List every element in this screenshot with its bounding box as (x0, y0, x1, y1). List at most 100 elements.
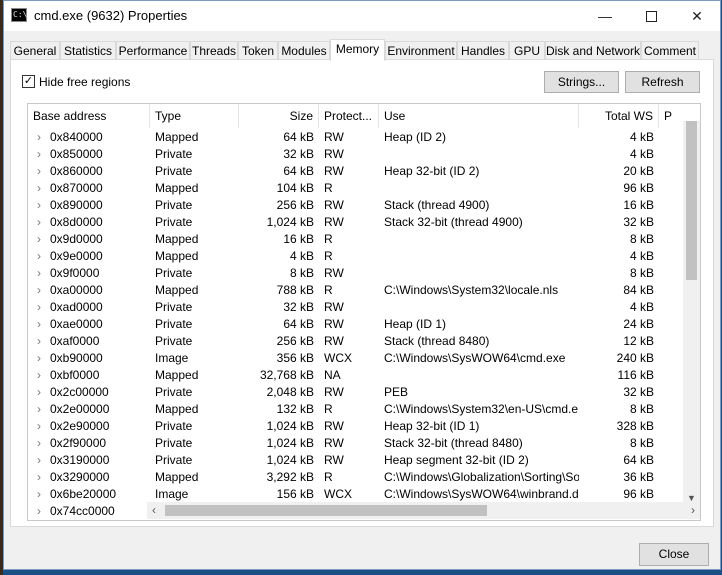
cell-size: 788 kB (276, 283, 314, 297)
table-row[interactable]: › 0x3290000 Mapped 3,292 kB R C:\Windows\Glob… (28, 469, 688, 486)
tab-modules[interactable]: Modules (278, 41, 330, 60)
cell-type: Mapped (155, 402, 199, 416)
hide-free-regions-label[interactable]: Hide free regions (39, 75, 130, 89)
close-window-button[interactable]: ✕ (674, 1, 720, 31)
cell-total-ws: 4 kB (629, 130, 654, 144)
vertical-scrollbar[interactable]: ▼ (683, 121, 700, 503)
cell-type: Private (155, 266, 193, 280)
cell-total-ws: 8 kB (629, 266, 654, 280)
minimize-button[interactable]: — (582, 1, 628, 31)
table-row[interactable]: › 0x2e00000 Mapped 132 kB R C:\Windows\System… (28, 401, 688, 418)
col-total-ws[interactable]: Total WS (579, 104, 659, 128)
table-row[interactable]: › 0xaf0000 Private 256 kB RW Stack (thread 84… (28, 333, 688, 350)
horizontal-scroll-thumb[interactable] (165, 505, 487, 516)
table-row[interactable]: › 0x890000 Private 256 kB RW Stack (thread 49… (28, 197, 688, 214)
cell-use: C:\Windows\Globalization\Sorting\So... (384, 470, 579, 484)
strings-button[interactable]: Strings... (544, 71, 619, 93)
table-row[interactable]: › 0x2f90000 Private 1,024 kB RW Stack 32-bit … (28, 435, 688, 452)
tab-token[interactable]: Token (238, 41, 278, 60)
cell-size: 64 kB (283, 130, 314, 144)
cell-protection: R (324, 181, 333, 195)
tab-environment[interactable]: Environment (385, 41, 457, 60)
tab-memory[interactable]: Memory (330, 39, 385, 61)
title-bar[interactable]: C:\ cmd.exe (9632) Properties — ✕ (4, 1, 720, 31)
table-row[interactable]: › 0x870000 Mapped 104 kB R 96 kB (28, 180, 688, 197)
cell-size: 32,768 kB (259, 368, 314, 382)
tab-threads[interactable]: Threads (190, 41, 238, 60)
table-row[interactable]: › 0x3190000 Private 1,024 kB RW Heap segment … (28, 452, 688, 469)
tab-handles[interactable]: Handles (457, 41, 509, 60)
cell-size: 156 kB (276, 487, 314, 501)
table-row[interactable]: › 0xad0000 Private 32 kB RW 4 kB (28, 299, 688, 316)
cell-total-ws: 96 kB (623, 181, 654, 195)
memory-grid[interactable]: Base address Type Size Protect... Use To… (27, 103, 701, 521)
close-button[interactable]: Close (639, 543, 709, 566)
cell-protection: RW (324, 198, 344, 212)
scroll-right-arrow-icon[interactable]: › (691, 502, 695, 519)
cell-total-ws: 116 kB (617, 368, 654, 382)
cell-use: PEB (384, 385, 409, 399)
table-row[interactable]: › 0xae0000 Private 64 kB RW Heap (ID 1) 24 kB (28, 316, 688, 333)
refresh-button[interactable]: Refresh (625, 71, 700, 93)
table-row[interactable]: › 0x9e0000 Mapped 4 kB R 4 kB (28, 248, 688, 265)
table-row[interactable]: › 0x2c00000 Private 2,048 kB RW PEB 32 kB (28, 384, 688, 401)
cell-size: 2,048 kB (266, 385, 314, 399)
col-base-address[interactable]: Base address (28, 104, 150, 128)
cell-type: Private (155, 147, 193, 161)
cmd-app-icon: C:\ (11, 8, 27, 22)
table-row[interactable]: › 0xbf0000 Mapped 32,768 kB NA 116 kB (28, 367, 688, 384)
col-use[interactable]: Use (379, 104, 579, 128)
tab-general[interactable]: General (10, 41, 60, 60)
cell-use: C:\Windows\SysWOW64\winbrand.dll (384, 487, 579, 501)
hide-free-regions-checkbox[interactable]: ✓ (22, 75, 35, 88)
cell-use: Heap segment 32-bit (ID 2) (384, 453, 529, 467)
table-row[interactable]: › 0x8d0000 Private 1,024 kB RW Stack 32-bit (… (28, 214, 688, 231)
tab-performance[interactable]: Performance (116, 41, 190, 60)
grid-rows: › 0x840000 Mapped 64 kB RW Heap (ID 2) 4 kB › 0x… (28, 129, 688, 520)
cell-use (379, 231, 579, 248)
cell-protection: RW (324, 164, 344, 178)
cell-size: 256 kB (276, 334, 314, 348)
cell-total-ws: 8 kB (629, 232, 654, 246)
cell-type: Image (155, 487, 189, 501)
vertical-scroll-thumb[interactable] (686, 121, 697, 280)
cell-total-ws: 96 kB (623, 487, 654, 501)
tab-gpu[interactable]: GPU (509, 41, 545, 60)
cell-total-ws: 328 kB (616, 419, 654, 433)
cell-base-address: 0x9d0000 (50, 232, 103, 246)
table-row[interactable]: › 0x2e90000 Private 1,024 kB RW Heap 32-bit (… (28, 418, 688, 435)
cell-size: 256 kB (276, 198, 314, 212)
table-row[interactable]: › 0x850000 Private 32 kB RW 4 kB (28, 146, 688, 163)
tab-disk-and-network[interactable]: Disk and Network (545, 41, 641, 60)
table-row[interactable]: › 0x9d0000 Mapped 16 kB R 8 kB (28, 231, 688, 248)
table-row[interactable]: › 0xa00000 Mapped 788 kB R C:\Windows\System3… (28, 282, 688, 299)
cell-protection: NA (324, 368, 341, 382)
tab-comment[interactable]: Comment (641, 41, 699, 60)
col-protection[interactable]: Protect... (319, 104, 379, 128)
table-row[interactable]: › 0x9f0000 Private 8 kB RW 8 kB (28, 265, 688, 282)
tab-statistics[interactable]: Statistics (60, 41, 116, 60)
table-row[interactable]: › 0xb90000 Image 356 kB WCX C:\Windows\SysWOW… (28, 350, 688, 367)
cell-size: 4 kB (289, 249, 314, 263)
cell-protection: RW (324, 147, 344, 161)
cell-base-address: 0x6be20000 (50, 487, 117, 501)
table-row[interactable]: › 0x6be20000 Image 156 kB WCX C:\Windows\SysW… (28, 486, 688, 503)
cell-base-address: 0x9f0000 (50, 266, 100, 280)
cell-use: Stack (thread 8480) (384, 334, 490, 348)
cell-protection: R (324, 402, 333, 416)
cell-base-address: 0x870000 (50, 181, 103, 195)
table-row[interactable]: › 0x860000 Private 64 kB RW Heap 32-bit (ID 2… (28, 163, 688, 180)
cell-base-address: 0x2c00000 (50, 385, 109, 399)
maximize-button[interactable] (628, 1, 674, 31)
cell-use: Heap (ID 1) (384, 317, 447, 331)
col-type[interactable]: Type (150, 104, 239, 128)
scroll-left-arrow-icon[interactable]: ‹ (152, 502, 156, 519)
table-row[interactable]: › 0x840000 Mapped 64 kB RW Heap (ID 2) 4 kB (28, 129, 688, 146)
col-size[interactable]: Size (239, 104, 319, 128)
cell-protection: RW (324, 317, 344, 331)
cell-use: Heap 32-bit (ID 2) (384, 164, 480, 178)
cell-type: Private (155, 198, 193, 212)
horizontal-scrollbar[interactable]: ‹ › (147, 502, 700, 519)
cell-type: Private (155, 334, 193, 348)
cell-base-address: 0xbf0000 (50, 368, 100, 382)
